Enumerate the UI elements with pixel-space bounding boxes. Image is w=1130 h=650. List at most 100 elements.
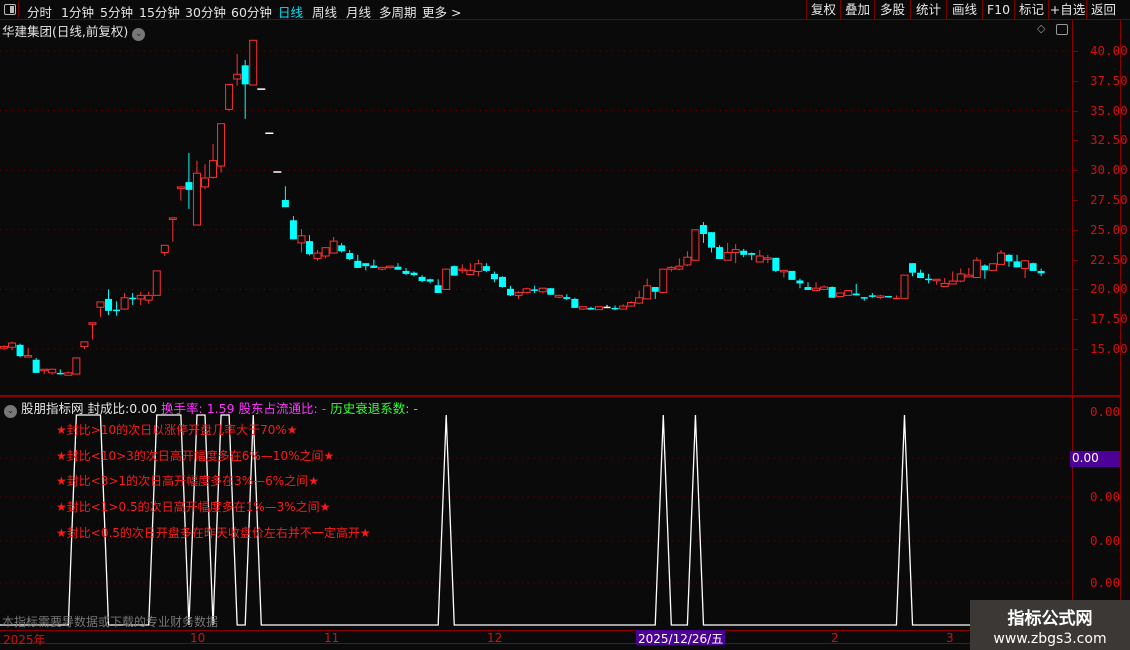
candle — [619, 305, 628, 310]
candle — [185, 182, 193, 190]
period-tab[interactable]: 多周期 — [379, 2, 417, 21]
candle — [571, 298, 579, 308]
candle — [844, 290, 853, 296]
candle — [120, 297, 129, 310]
toolbar-button[interactable]: 复权 — [806, 0, 840, 20]
period-tab[interactable]: 15分钟 — [139, 2, 180, 21]
candle — [24, 355, 33, 358]
price-label: 27.50 — [1090, 192, 1128, 207]
candle — [996, 252, 1005, 265]
candle — [458, 268, 467, 272]
period-tab[interactable]: 周线 — [312, 2, 337, 21]
candle — [498, 276, 506, 288]
price-tick — [1072, 51, 1078, 52]
candle — [474, 263, 483, 273]
candle — [683, 256, 692, 266]
chevron-down-icon[interactable]: ⌄ — [4, 405, 17, 418]
holder-ratio: 股东占流通比: - — [238, 401, 327, 416]
candle — [48, 368, 57, 374]
date-label: 2025年 — [3, 633, 46, 647]
layout-toggle-icon[interactable] — [2, 2, 19, 18]
candle — [410, 272, 418, 276]
indicator-header: ⌄ 股朋指标网 封成比:0.00 换手率: 1.59 股东占流通比: - 历史衰… — [4, 398, 418, 418]
price-label: 35.00 — [1090, 102, 1128, 118]
price-label: 25.00 — [1090, 221, 1128, 237]
candle — [531, 289, 539, 291]
candle — [8, 342, 17, 348]
period-tab[interactable]: 5分钟 — [100, 2, 133, 21]
candle — [635, 297, 644, 304]
candle — [925, 278, 933, 281]
toolbar-button[interactable]: 画线 — [946, 0, 982, 20]
indicator-note: ★封比>10的次日以涨停开盘几率大于70%★ — [56, 423, 298, 437]
toolbar-button[interactable]: 返回 — [1086, 0, 1120, 20]
candle — [836, 292, 845, 298]
candle — [0, 346, 8, 349]
candle — [1021, 260, 1030, 270]
indicator-cursor-value: 0.00 — [1070, 451, 1120, 467]
toolbar-button[interactable]: 统计 — [910, 0, 946, 20]
toolbar-button[interactable]: 标记 — [1014, 0, 1048, 20]
candle — [377, 266, 386, 270]
candle — [1037, 270, 1045, 274]
candle — [860, 297, 868, 299]
candle — [56, 372, 64, 375]
panel-divider[interactable] — [0, 395, 1120, 397]
candle — [611, 307, 619, 310]
candle — [394, 266, 402, 270]
period-tab[interactable]: 分时 — [27, 2, 52, 21]
candle — [129, 297, 137, 300]
toolbar-button[interactable]: +自选 — [1048, 0, 1086, 20]
price-tick — [1072, 229, 1078, 231]
date-axis — [0, 630, 1130, 644]
candle — [281, 200, 289, 208]
candle — [144, 294, 153, 301]
candle — [972, 259, 981, 278]
candle — [981, 265, 989, 271]
period-tab[interactable]: 日线 — [278, 2, 303, 21]
candle — [812, 287, 821, 292]
candle — [828, 287, 836, 298]
candle — [723, 251, 732, 261]
candle — [354, 260, 362, 268]
price-tick — [1072, 200, 1078, 201]
indicator-axis-label: 0.00 — [1090, 404, 1121, 419]
candle — [587, 307, 595, 310]
candle — [554, 294, 563, 298]
candle — [338, 245, 346, 252]
candle — [418, 276, 426, 282]
candle — [176, 186, 185, 189]
candle — [40, 368, 49, 372]
candle — [772, 257, 780, 271]
period-tab[interactable]: 更多 > — [422, 2, 461, 21]
period-tab[interactable]: 30分钟 — [185, 2, 226, 21]
period-tab[interactable]: 月线 — [346, 2, 371, 21]
price-label: 40.00 — [1090, 43, 1128, 58]
toolbar-button[interactable]: F10 — [982, 0, 1014, 20]
candle — [1029, 263, 1037, 271]
price-tick — [1072, 259, 1078, 261]
candlestick-chart[interactable] — [0, 20, 1072, 395]
period-tab[interactable]: 60分钟 — [231, 2, 272, 21]
candle — [362, 263, 370, 267]
candle — [217, 123, 226, 167]
candle — [32, 359, 40, 373]
candle — [868, 295, 876, 297]
candle — [297, 235, 306, 244]
candle — [892, 297, 900, 300]
period-tab[interactable]: 1分钟 — [61, 2, 94, 21]
candle — [113, 309, 121, 312]
candle — [442, 268, 451, 290]
candle — [192, 172, 201, 226]
candle — [313, 252, 322, 259]
date-cursor-label: 2025/12/26/五 — [636, 630, 726, 646]
toolbar-button[interactable]: 叠加 — [840, 0, 874, 20]
candle — [249, 39, 258, 86]
price-tick — [1072, 170, 1078, 172]
candle — [716, 247, 724, 260]
candle — [594, 306, 603, 311]
toolbar-button[interactable]: 多股 — [874, 0, 910, 20]
candle — [490, 273, 498, 280]
candle — [909, 263, 917, 273]
data-warning: 本指标需要导数据或下载的专业财务数据 — [2, 615, 219, 629]
